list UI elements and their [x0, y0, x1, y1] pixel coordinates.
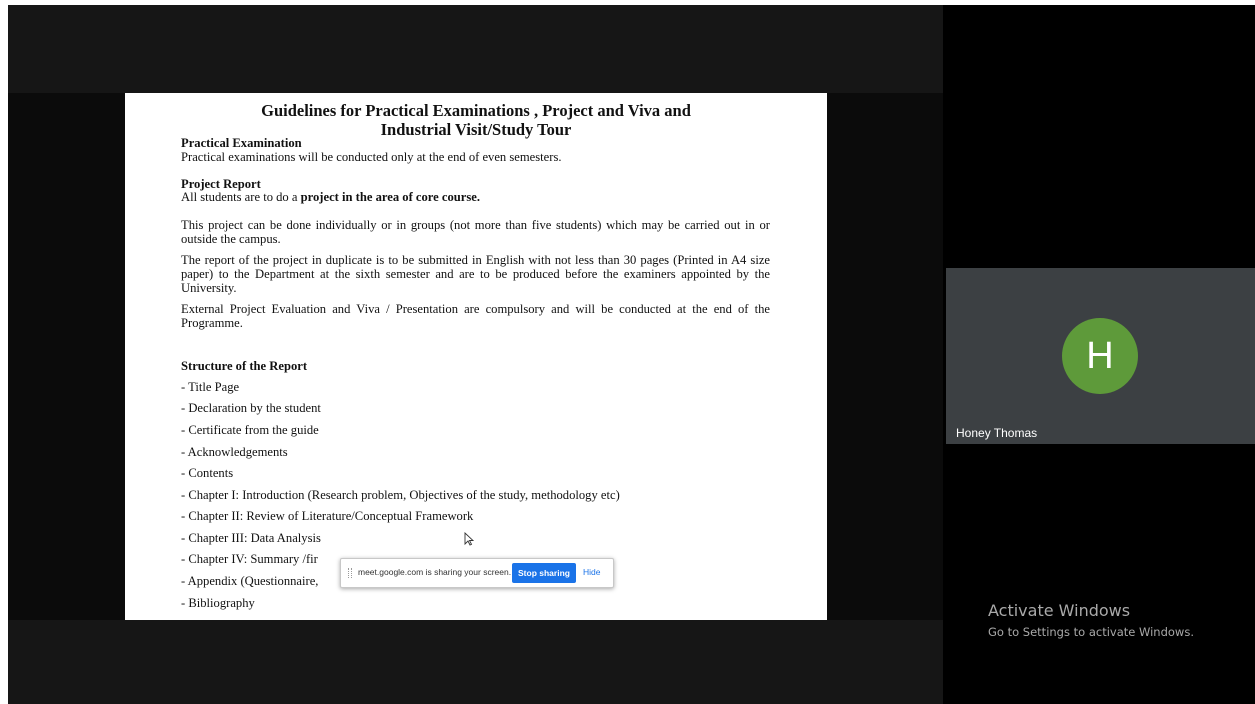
structure-item: - Title Page — [181, 380, 240, 394]
practical-heading: Practical Examination — [181, 136, 302, 150]
structure-item: - Chapter III: Data Analysis — [181, 531, 321, 545]
structure-item: - Appendix (Questionnaire, — [181, 574, 319, 588]
paragraph-groups: This project can be done individually or… — [181, 218, 770, 246]
presentation-top-band — [8, 5, 943, 93]
structure-item: - Contents — [181, 466, 234, 480]
slide-title-line-1: Guidelines for Practical Examinations , … — [261, 101, 691, 120]
structure-item: - Acknowledgements — [181, 445, 288, 459]
structure-item: - Chapter IV: Summary /fir — [181, 552, 318, 566]
practical-text: Practical examinations will be conducted… — [181, 150, 562, 164]
presentation-bottom-band — [8, 620, 943, 704]
structure-item: - Chapter I: Introduction (Research prob… — [181, 488, 620, 502]
structure-item: - Bibliography — [181, 596, 255, 610]
project-line-prefix: All students are to do a — [181, 190, 301, 204]
share-message: meet.google.com is sharing your screen. — [358, 567, 512, 577]
project-heading: Project Report — [181, 177, 261, 191]
drag-handle-icon[interactable] — [348, 568, 352, 578]
activation-watermark-text: Go to Settings to activate Windows. — [988, 625, 1194, 639]
project-line-bold: project in the area of core course. — [300, 190, 481, 204]
mouse-pointer-icon — [464, 532, 474, 546]
structure-item: - Declaration by the student — [181, 401, 321, 415]
avatar: H — [1062, 318, 1138, 394]
stop-sharing-button[interactable]: Stop sharing — [512, 563, 576, 583]
structure-item: - Certificate from the guide — [181, 423, 319, 437]
structure-item: - Chapter II: Review of Literature/Conce… — [181, 509, 474, 523]
hide-button[interactable]: Hide — [583, 567, 600, 577]
slide-title: Guidelines for Practical Examinations , … — [125, 101, 827, 139]
screen-share-notification: meet.google.com is sharing your screen. … — [340, 558, 614, 588]
paragraph-external: External Project Evaluation and Viva / P… — [181, 302, 770, 330]
shared-document-slide: Guidelines for Practical Examinations , … — [125, 93, 827, 620]
participant-name: Honey Thomas — [956, 426, 1038, 440]
activation-watermark-title: Activate Windows — [988, 601, 1131, 620]
paragraph-report: The report of the project in duplicate i… — [181, 253, 770, 295]
structure-heading: Structure of the Report — [181, 359, 308, 373]
project-line: All students are to do a project in the … — [181, 190, 480, 204]
